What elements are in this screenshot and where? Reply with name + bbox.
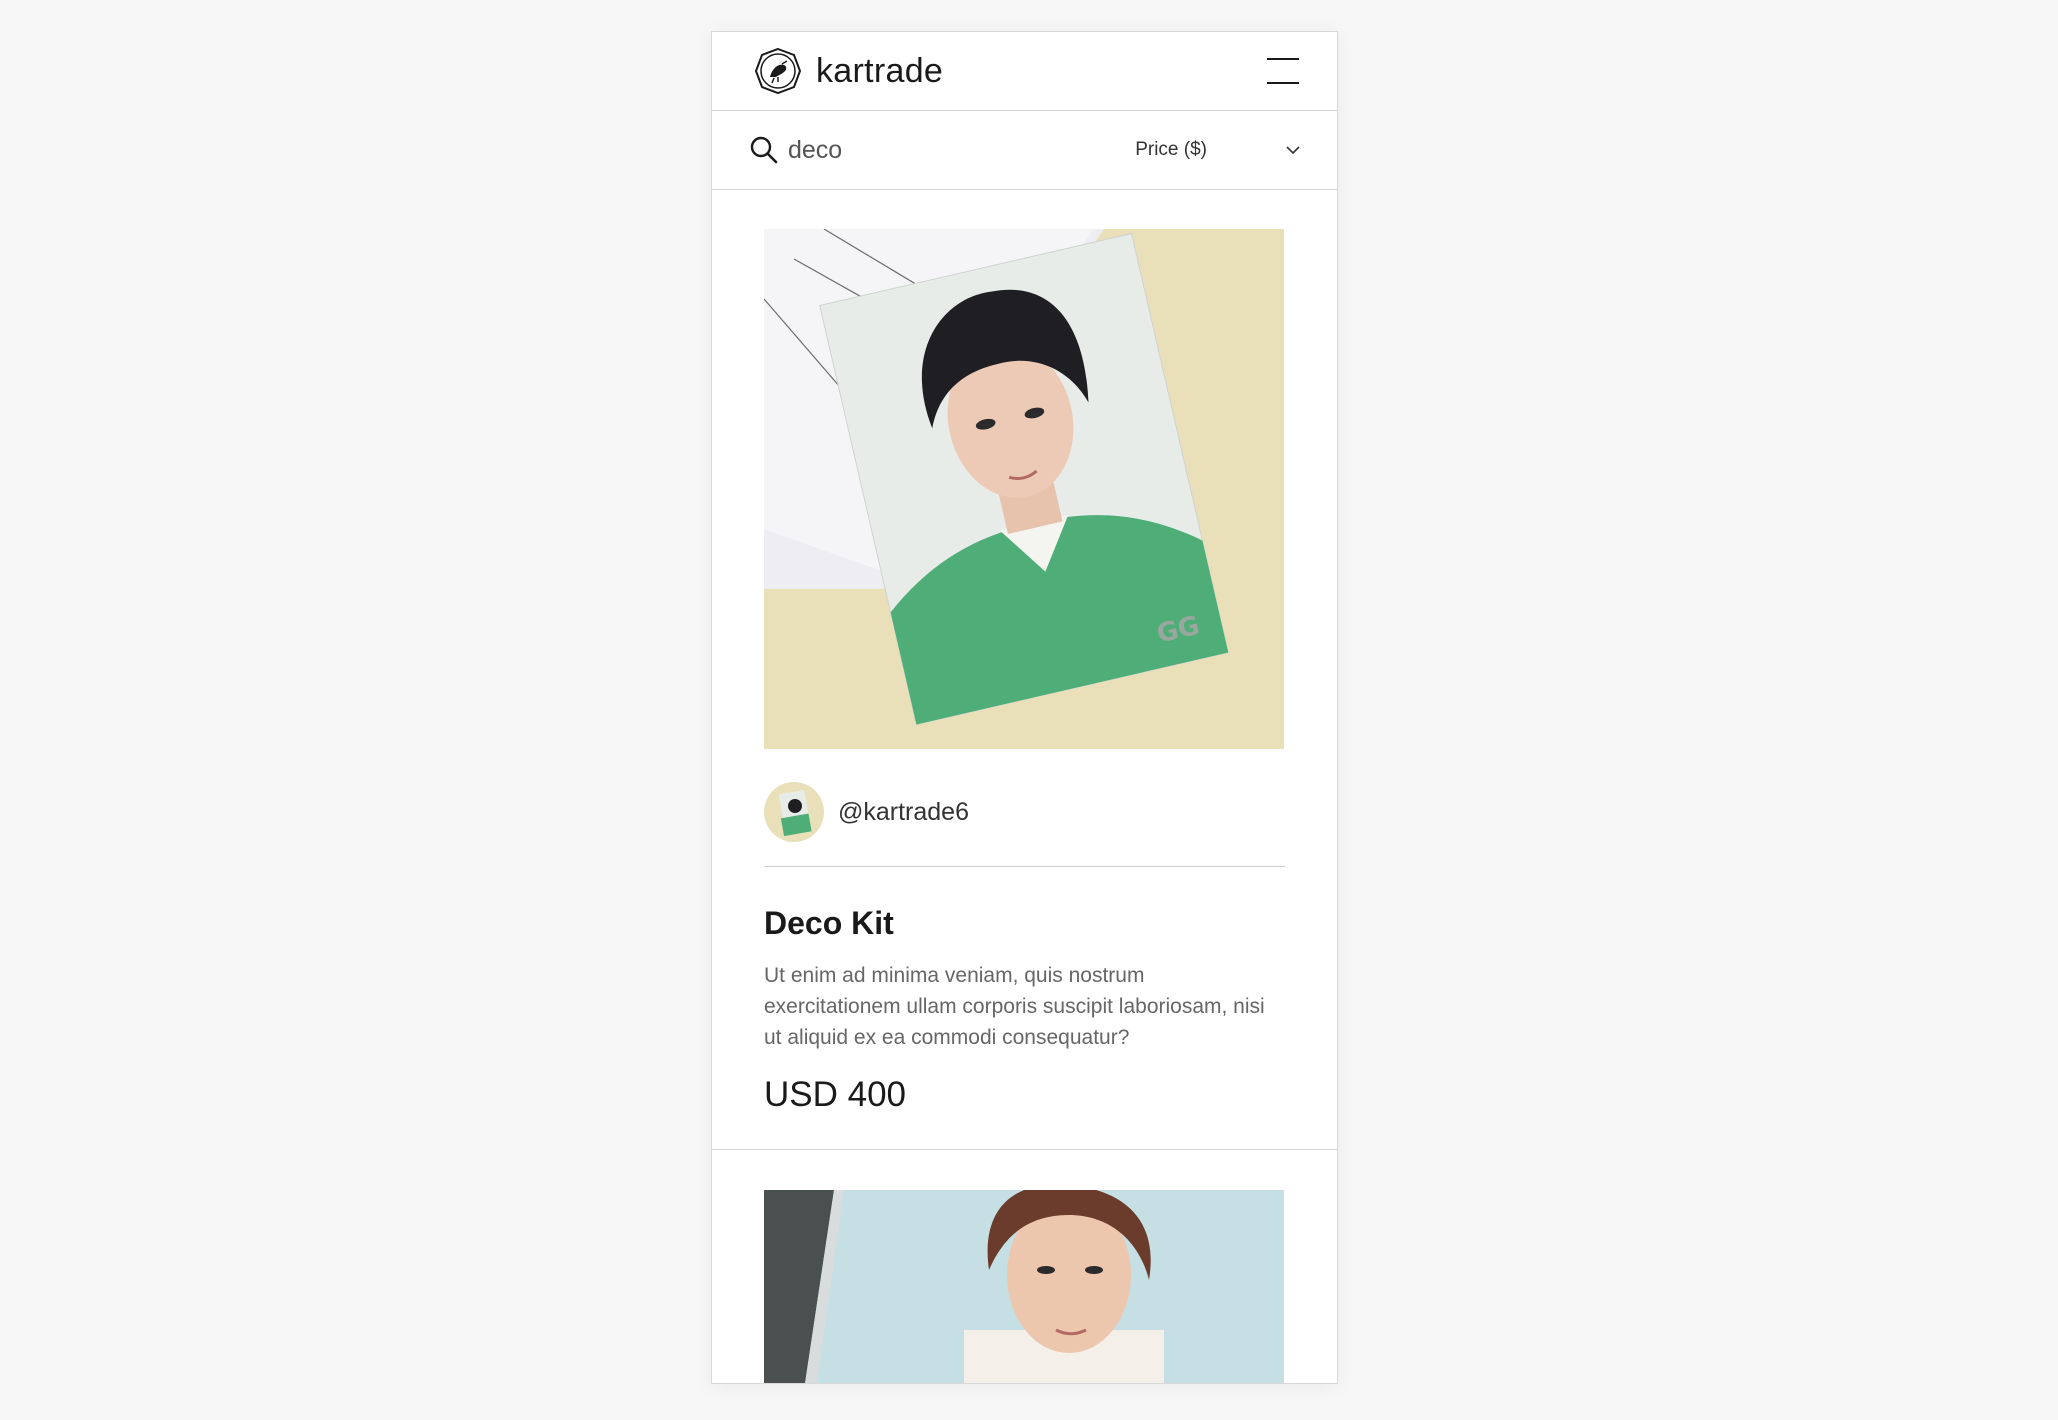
- avatar: [764, 782, 824, 842]
- search-bar: Price ($): [712, 111, 1337, 190]
- menu-button[interactable]: [1267, 58, 1299, 84]
- listing-price: USD 400: [764, 1075, 907, 1114]
- search-input[interactable]: [786, 134, 1090, 166]
- top-navigation-bar: kartrade: [712, 32, 1337, 111]
- chevron-down-icon: [1286, 146, 1300, 155]
- bird-badge-icon: [754, 47, 802, 95]
- mobile-frame: kartrade Price ($): [711, 31, 1338, 1384]
- listing-title[interactable]: Deco Kit: [764, 905, 1285, 942]
- brand[interactable]: kartrade: [754, 47, 943, 95]
- seller-username[interactable]: @kartrade6: [838, 798, 969, 827]
- search-icon: [750, 136, 778, 164]
- sort-selected-value: Price ($): [1135, 139, 1207, 160]
- hamburger-icon-line: [1267, 58, 1299, 60]
- listing-photo[interactable]: [764, 1190, 1284, 1384]
- brand-name: kartrade: [816, 51, 944, 90]
- hamburger-icon-line: [1267, 82, 1299, 84]
- sort-dropdown[interactable]: Price ($): [1135, 139, 1301, 161]
- listing-card[interactable]: GG @kartrade6 Deco Kit Ut enim ad minima…: [712, 190, 1337, 1150]
- listing-description: Ut enim ad minima veniam, quis nostrum e…: [764, 964, 1265, 1049]
- listing-card[interactable]: [712, 1150, 1337, 1384]
- listing-photo[interactable]: GG: [764, 229, 1284, 749]
- seller-row[interactable]: @kartrade6: [764, 782, 1285, 867]
